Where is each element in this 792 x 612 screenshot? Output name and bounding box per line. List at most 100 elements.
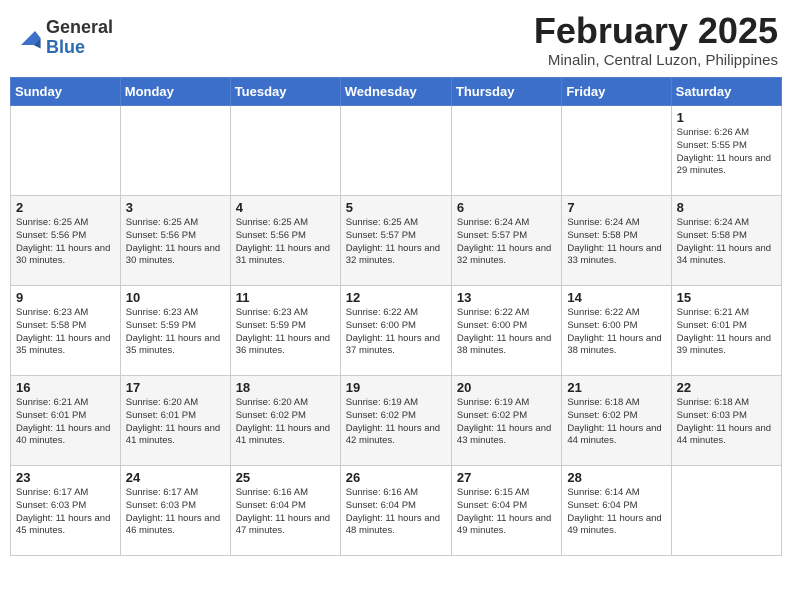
- weekday-header-wednesday: Wednesday: [340, 78, 451, 106]
- week-row-3: 9 Sunrise: 6:23 AM Sunset: 5:58 PM Daylig…: [11, 286, 782, 376]
- calendar-cell: 5 Sunrise: 6:25 AM Sunset: 5:57 PM Daylig…: [340, 196, 451, 286]
- day-info: Sunrise: 6:22 AM Sunset: 6:00 PM Dayligh…: [457, 307, 556, 358]
- day-info: Sunrise: 6:23 AM Sunset: 5:58 PM Dayligh…: [16, 307, 115, 358]
- day-info: Sunrise: 6:19 AM Sunset: 6:02 PM Dayligh…: [457, 397, 556, 448]
- day-info: Sunrise: 6:25 AM Sunset: 5:57 PM Dayligh…: [346, 217, 446, 268]
- page-header: General Blue February 2025 Minalin, Cent…: [10, 10, 782, 69]
- calendar-cell: [120, 106, 230, 196]
- day-info: Sunrise: 6:22 AM Sunset: 6:00 PM Dayligh…: [567, 307, 665, 358]
- calendar-cell: [451, 106, 561, 196]
- day-number: 28: [567, 470, 665, 485]
- calendar-table: SundayMondayTuesdayWednesdayThursdayFrid…: [10, 77, 782, 556]
- day-info: Sunrise: 6:18 AM Sunset: 6:03 PM Dayligh…: [677, 397, 776, 448]
- day-info: Sunrise: 6:16 AM Sunset: 6:04 PM Dayligh…: [236, 487, 335, 538]
- calendar-cell: [230, 106, 340, 196]
- calendar-cell: 15 Sunrise: 6:21 AM Sunset: 6:01 PM Dayli…: [671, 286, 781, 376]
- week-row-1: 1 Sunrise: 6:26 AM Sunset: 5:55 PM Daylig…: [11, 106, 782, 196]
- calendar-cell: 1 Sunrise: 6:26 AM Sunset: 5:55 PM Daylig…: [671, 106, 781, 196]
- day-info: Sunrise: 6:24 AM Sunset: 5:58 PM Dayligh…: [677, 217, 776, 268]
- day-info: Sunrise: 6:23 AM Sunset: 5:59 PM Dayligh…: [126, 307, 225, 358]
- calendar-cell: 4 Sunrise: 6:25 AM Sunset: 5:56 PM Daylig…: [230, 196, 340, 286]
- week-row-2: 2 Sunrise: 6:25 AM Sunset: 5:56 PM Daylig…: [11, 196, 782, 286]
- day-info: Sunrise: 6:18 AM Sunset: 6:02 PM Dayligh…: [567, 397, 665, 448]
- calendar-cell: 10Sunrise: 6:23 AM Sunset: 5:59 PM Dayli…: [120, 286, 230, 376]
- weekday-header-sunday: Sunday: [11, 78, 121, 106]
- calendar-cell: 21 Sunrise: 6:18 AM Sunset: 6:02 PM Dayli…: [562, 376, 671, 466]
- day-number: 16: [16, 380, 115, 395]
- calendar-cell: 18 Sunrise: 6:20 AM Sunset: 6:02 PM Dayli…: [230, 376, 340, 466]
- day-number: 27: [457, 470, 556, 485]
- day-info: Sunrise: 6:14 AM Sunset: 6:04 PM Dayligh…: [567, 487, 665, 538]
- day-info: Sunrise: 6:26 AM Sunset: 5:55 PM Dayligh…: [677, 127, 776, 178]
- day-number: 3: [126, 200, 225, 215]
- location-subtitle: Minalin, Central Luzon, Philippines: [534, 52, 778, 69]
- calendar-cell: 7 Sunrise: 6:24 AM Sunset: 5:58 PM Daylig…: [562, 196, 671, 286]
- day-number: 21: [567, 380, 665, 395]
- day-info: Sunrise: 6:25 AM Sunset: 5:56 PM Dayligh…: [126, 217, 225, 268]
- calendar-cell: 28 Sunrise: 6:14 AM Sunset: 6:04 PM Dayli…: [562, 466, 671, 556]
- calendar-cell: 24Sunrise: 6:17 AM Sunset: 6:03 PM Dayli…: [120, 466, 230, 556]
- calendar-cell: 9 Sunrise: 6:23 AM Sunset: 5:58 PM Daylig…: [11, 286, 121, 376]
- day-info: Sunrise: 6:21 AM Sunset: 6:01 PM Dayligh…: [16, 397, 115, 448]
- day-info: Sunrise: 6:24 AM Sunset: 5:58 PM Dayligh…: [567, 217, 665, 268]
- day-info: Sunrise: 6:17 AM Sunset: 6:03 PM Dayligh…: [16, 487, 115, 538]
- calendar-cell: 11 Sunrise: 6:23 AM Sunset: 5:59 PM Dayli…: [230, 286, 340, 376]
- logo-general-text: General: [46, 18, 113, 38]
- calendar-cell: 19Sunrise: 6:19 AM Sunset: 6:02 PM Dayli…: [340, 376, 451, 466]
- weekday-header-friday: Friday: [562, 78, 671, 106]
- day-info: Sunrise: 6:25 AM Sunset: 5:56 PM Dayligh…: [16, 217, 115, 268]
- day-number: 9: [16, 290, 115, 305]
- day-number: 15: [677, 290, 776, 305]
- calendar-cell: 6 Sunrise: 6:24 AM Sunset: 5:57 PM Daylig…: [451, 196, 561, 286]
- day-info: Sunrise: 6:20 AM Sunset: 6:02 PM Dayligh…: [236, 397, 335, 448]
- logo-icon: [14, 24, 42, 52]
- day-number: 6: [457, 200, 556, 215]
- day-number: 13: [457, 290, 556, 305]
- day-number: 7: [567, 200, 665, 215]
- week-row-5: 23 Sunrise: 6:17 AM Sunset: 6:03 PM Dayli…: [11, 466, 782, 556]
- day-info: Sunrise: 6:21 AM Sunset: 6:01 PM Dayligh…: [677, 307, 776, 358]
- day-number: 25: [236, 470, 335, 485]
- calendar-cell: [11, 106, 121, 196]
- logo-blue-text: Blue: [46, 38, 113, 58]
- day-number: 24: [126, 470, 225, 485]
- title-block: February 2025 Minalin, Central Luzon, Ph…: [534, 10, 778, 69]
- month-title: February 2025: [534, 10, 778, 52]
- day-number: 2: [16, 200, 115, 215]
- day-info: Sunrise: 6:19 AM Sunset: 6:02 PM Dayligh…: [346, 397, 446, 448]
- day-info: Sunrise: 6:22 AM Sunset: 6:00 PM Dayligh…: [346, 307, 446, 358]
- calendar-cell: 16 Sunrise: 6:21 AM Sunset: 6:01 PM Dayli…: [11, 376, 121, 466]
- day-number: 4: [236, 200, 335, 215]
- day-number: 5: [346, 200, 446, 215]
- calendar-cell: 2 Sunrise: 6:25 AM Sunset: 5:56 PM Daylig…: [11, 196, 121, 286]
- day-info: Sunrise: 6:15 AM Sunset: 6:04 PM Dayligh…: [457, 487, 556, 538]
- logo: General Blue: [14, 18, 113, 58]
- weekday-header-row: SundayMondayTuesdayWednesdayThursdayFrid…: [11, 78, 782, 106]
- day-info: Sunrise: 6:20 AM Sunset: 6:01 PM Dayligh…: [126, 397, 225, 448]
- calendar-cell: 20 Sunrise: 6:19 AM Sunset: 6:02 PM Dayli…: [451, 376, 561, 466]
- calendar-cell: 26Sunrise: 6:16 AM Sunset: 6:04 PM Dayli…: [340, 466, 451, 556]
- calendar-cell: [671, 466, 781, 556]
- day-number: 1: [677, 110, 776, 125]
- weekday-header-tuesday: Tuesday: [230, 78, 340, 106]
- day-number: 11: [236, 290, 335, 305]
- day-number: 20: [457, 380, 556, 395]
- day-number: 23: [16, 470, 115, 485]
- calendar-cell: 25 Sunrise: 6:16 AM Sunset: 6:04 PM Dayli…: [230, 466, 340, 556]
- day-number: 12: [346, 290, 446, 305]
- week-row-4: 16 Sunrise: 6:21 AM Sunset: 6:01 PM Dayli…: [11, 376, 782, 466]
- calendar-cell: 12 Sunrise: 6:22 AM Sunset: 6:00 PM Dayli…: [340, 286, 451, 376]
- calendar-cell: 27 Sunrise: 6:15 AM Sunset: 6:04 PM Dayli…: [451, 466, 561, 556]
- calendar-cell: 13 Sunrise: 6:22 AM Sunset: 6:00 PM Dayli…: [451, 286, 561, 376]
- day-number: 17: [126, 380, 225, 395]
- calendar-cell: 8Sunrise: 6:24 AM Sunset: 5:58 PM Daylig…: [671, 196, 781, 286]
- weekday-header-saturday: Saturday: [671, 78, 781, 106]
- weekday-header-thursday: Thursday: [451, 78, 561, 106]
- weekday-header-monday: Monday: [120, 78, 230, 106]
- day-info: Sunrise: 6:25 AM Sunset: 5:56 PM Dayligh…: [236, 217, 335, 268]
- day-info: Sunrise: 6:23 AM Sunset: 5:59 PM Dayligh…: [236, 307, 335, 358]
- day-info: Sunrise: 6:24 AM Sunset: 5:57 PM Dayligh…: [457, 217, 556, 268]
- calendar-cell: 17 Sunrise: 6:20 AM Sunset: 6:01 PM Dayli…: [120, 376, 230, 466]
- day-info: Sunrise: 6:16 AM Sunset: 6:04 PM Dayligh…: [346, 487, 446, 538]
- day-number: 18: [236, 380, 335, 395]
